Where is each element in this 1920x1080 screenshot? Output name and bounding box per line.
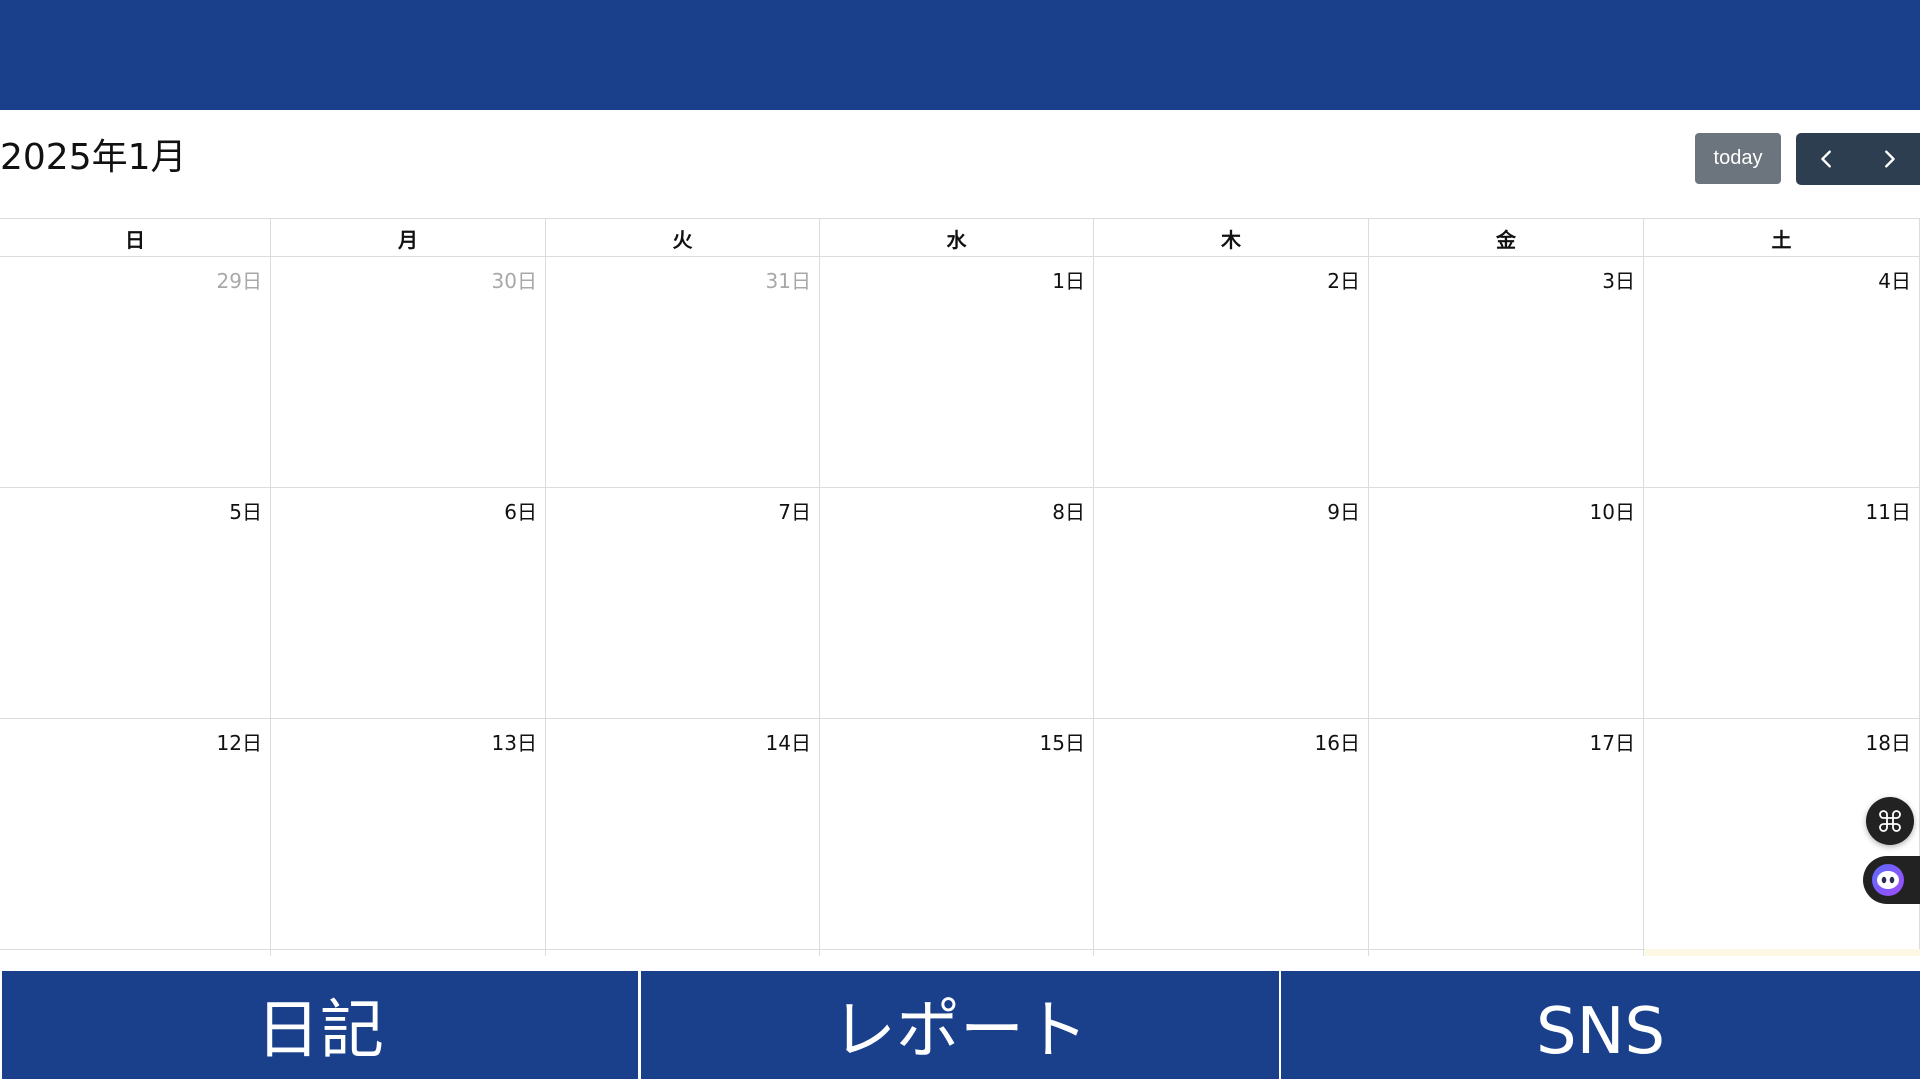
grid-divider — [271, 949, 546, 956]
day-cell[interactable]: 14日 — [546, 719, 820, 950]
day-cell[interactable]: 29日 — [0, 257, 271, 488]
day-number: 1日 — [1052, 269, 1085, 293]
weekday-sunday: 日 — [0, 219, 271, 257]
weekday-wednesday: 水 — [820, 219, 1094, 257]
day-number: 8日 — [1052, 500, 1085, 524]
day-cell[interactable]: 5日 — [0, 488, 271, 719]
day-number: 13日 — [491, 731, 537, 755]
day-number: 3日 — [1602, 269, 1635, 293]
day-cell[interactable]: 16日 — [1094, 719, 1369, 950]
assistant-launcher-button[interactable] — [1863, 856, 1920, 904]
day-cell[interactable]: 3日 — [1369, 257, 1644, 488]
day-cell[interactable]: 6日 — [271, 488, 546, 719]
grid-divider — [820, 949, 1094, 956]
day-number: 14日 — [765, 731, 811, 755]
day-cell[interactable]: 17日 — [1369, 719, 1644, 950]
weekday-header: 日 月 火 水 木 金 土 — [0, 218, 1920, 257]
weekday-tuesday: 火 — [546, 219, 820, 257]
day-number: 29日 — [216, 269, 262, 293]
day-cell[interactable]: 9日 — [1094, 488, 1369, 719]
day-cell[interactable]: 11日 — [1644, 488, 1920, 719]
day-number: 30日 — [491, 269, 537, 293]
nav-report-button[interactable]: レポート — [641, 971, 1279, 1079]
day-number: 10日 — [1589, 500, 1635, 524]
day-number: 7日 — [778, 500, 811, 524]
grid-divider — [1369, 949, 1644, 956]
bot-icon — [1872, 864, 1904, 896]
day-number: 11日 — [1865, 500, 1911, 524]
weekday-thursday: 木 — [1094, 219, 1369, 257]
grid-divider — [0, 949, 271, 956]
week-row: 29日 30日 31日 1日 2日 3日 4日 — [0, 257, 1920, 488]
day-number: 6日 — [504, 500, 537, 524]
day-cell[interactable]: 8日 — [820, 488, 1094, 719]
chevron-left-icon — [1821, 150, 1831, 168]
calendar-title: 2025年1月 — [0, 137, 187, 178]
command-menu-button[interactable] — [1866, 797, 1914, 845]
grid-divider — [1094, 949, 1369, 956]
day-number: 15日 — [1039, 731, 1085, 755]
weekday-saturday: 土 — [1644, 219, 1920, 257]
day-cell[interactable]: 10日 — [1369, 488, 1644, 719]
day-cell[interactable]: 2日 — [1094, 257, 1369, 488]
today-highlight-strip — [1645, 949, 1920, 956]
day-cell[interactable]: 30日 — [271, 257, 546, 488]
command-icon — [1879, 810, 1901, 832]
nav-diary-button[interactable]: 日記 — [2, 971, 638, 1079]
day-cell[interactable]: 12日 — [0, 719, 271, 950]
nav-sns-button[interactable]: SNS — [1281, 971, 1920, 1079]
weekday-friday: 金 — [1369, 219, 1644, 257]
bottom-navigation: 日記 レポート SNS — [0, 970, 1920, 1080]
day-number: 17日 — [1589, 731, 1635, 755]
day-number: 5日 — [229, 500, 262, 524]
day-number: 16日 — [1314, 731, 1360, 755]
day-number: 9日 — [1327, 500, 1360, 524]
week-row: 5日 6日 7日 8日 9日 10日 11日 — [0, 488, 1920, 719]
day-cell[interactable]: 15日 — [820, 719, 1094, 950]
month-grid: 日 月 火 水 木 金 土 29日 30日 31日 1日 2日 3日 4日 5日… — [0, 218, 1920, 956]
today-button[interactable]: today — [1695, 133, 1781, 184]
calendar-nav-group — [1796, 133, 1920, 185]
prev-month-button[interactable] — [1796, 133, 1858, 185]
day-number: 2日 — [1327, 269, 1360, 293]
day-cell[interactable]: 7日 — [546, 488, 820, 719]
weekday-monday: 月 — [271, 219, 546, 257]
day-cell[interactable]: 13日 — [271, 719, 546, 950]
day-number: 31日 — [765, 269, 811, 293]
day-cell[interactable]: 31日 — [546, 257, 820, 488]
day-cell[interactable]: 4日 — [1644, 257, 1920, 488]
chevron-right-icon — [1885, 150, 1895, 168]
top-header-bar — [0, 0, 1920, 110]
day-number: 18日 — [1865, 731, 1911, 755]
next-week-row-edge — [0, 949, 1920, 956]
day-number: 4日 — [1878, 269, 1911, 293]
grid-divider — [546, 949, 820, 956]
calendar-toolbar — [0, 110, 1920, 218]
week-row: 12日 13日 14日 15日 16日 17日 18日 — [0, 719, 1920, 950]
day-number: 12日 — [216, 731, 262, 755]
day-cell[interactable]: 1日 — [820, 257, 1094, 488]
next-month-button[interactable] — [1858, 133, 1920, 185]
